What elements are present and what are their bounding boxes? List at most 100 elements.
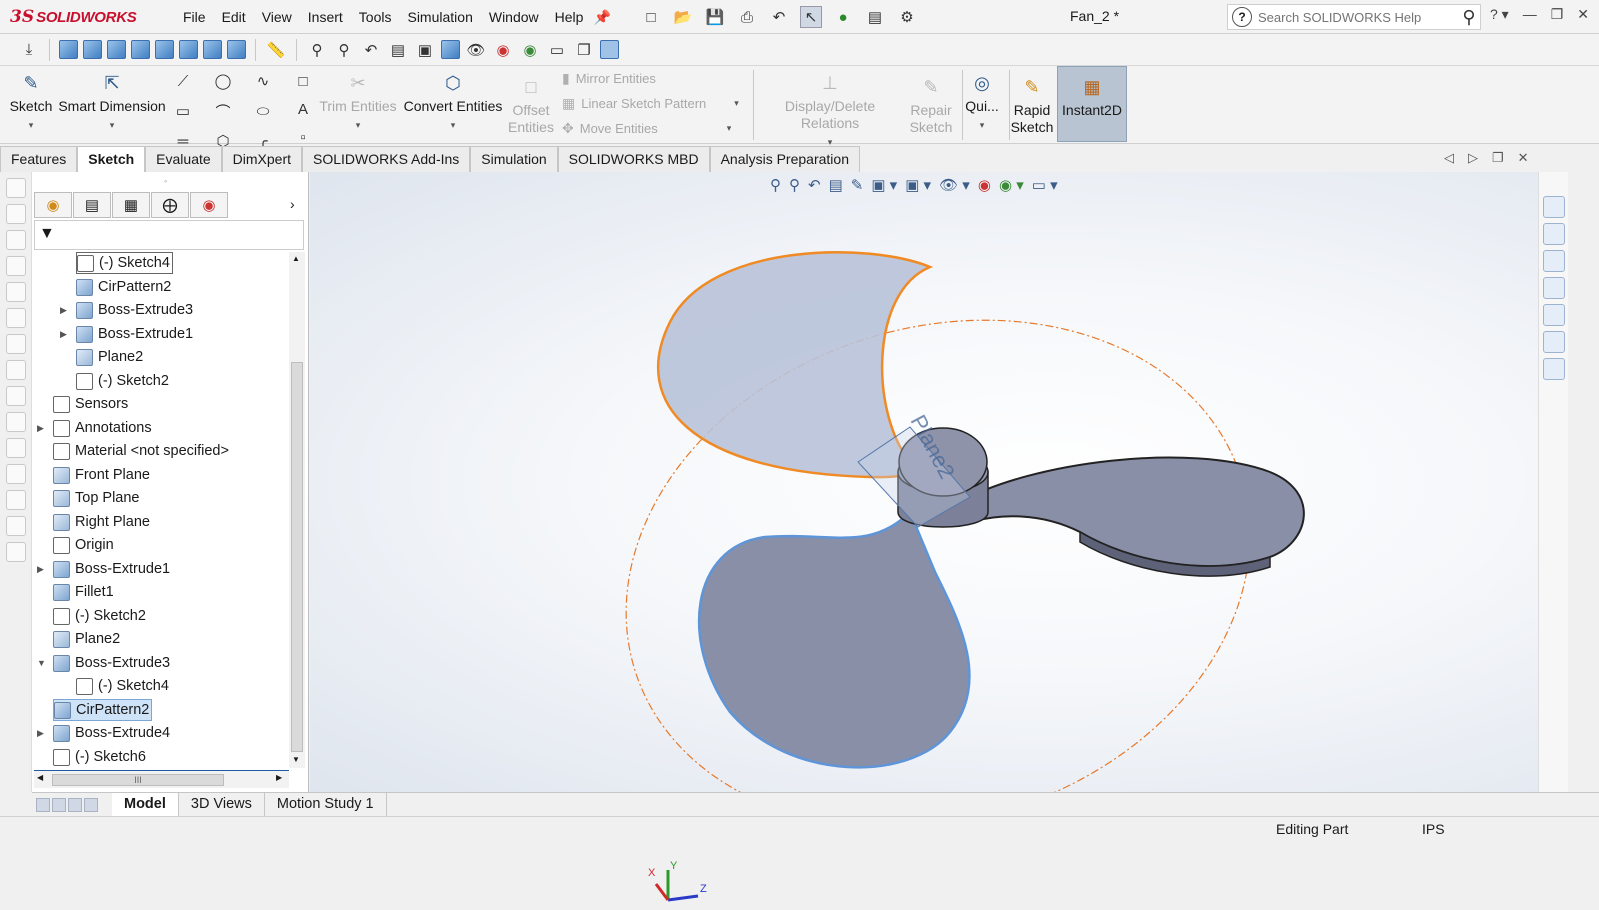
first-tab-icon[interactable] (36, 797, 50, 812)
open-folder-icon[interactable]: 📂 (672, 6, 694, 28)
chevron-down-icon[interactable]: ▾ (29, 120, 34, 130)
tree-item-material[interactable]: Material <not specified> (53, 440, 229, 462)
trimetric-view-icon[interactable] (227, 40, 246, 59)
section-view-icon[interactable]: ▤ (387, 39, 409, 61)
quick-snaps-button[interactable]: ◎ Qui... ▾ (962, 72, 1002, 134)
tree-item-plane2[interactable]: Plane2 (76, 346, 143, 368)
tree-item-plane2-root[interactable]: Plane2 (53, 628, 120, 650)
dimxpertmanager-tab-icon[interactable]: ⨁ (151, 192, 189, 218)
tree-item-cirpattern2-selected[interactable]: CirPattern2 (53, 699, 153, 721)
tree-item-front-plane[interactable]: Front Plane (53, 464, 150, 486)
tab-dimxpert[interactable]: DimXpert (221, 146, 303, 172)
scrollbar-thumb[interactable] (291, 362, 303, 752)
strip-tool-icon[interactable] (6, 490, 26, 510)
help-question-icon[interactable]: ? (1232, 7, 1252, 27)
strip-tool-icon[interactable] (6, 386, 26, 406)
expand-arrow-icon[interactable]: ▶ (37, 423, 44, 434)
doc-restore-icon[interactable]: ❐ (1492, 150, 1504, 166)
menu-simulation[interactable]: Simulation (399, 9, 480, 25)
print-icon[interactable]: ⎙ (736, 6, 758, 28)
expand-arrow-icon[interactable]: ▶ (37, 564, 44, 575)
options-gear-icon[interactable]: ⚙ (896, 6, 918, 28)
offset-entities-button[interactable]: □ Offset Entities (508, 76, 554, 136)
menu-insert[interactable]: Insert (300, 9, 351, 25)
chevron-down-icon[interactable]: ▾ (110, 120, 115, 130)
display-pane-icon[interactable] (600, 40, 619, 59)
spline-tool-icon[interactable]: ∿ (252, 70, 274, 92)
scroll-right-icon[interactable]: ▶ (276, 773, 282, 782)
strip-tool-icon[interactable] (6, 204, 26, 224)
point-tool-icon[interactable]: □ (292, 70, 314, 92)
file-explorer-icon[interactable] (1543, 250, 1565, 272)
hide-show-items-icon[interactable]: 👁 (465, 39, 487, 61)
3d-view-icon[interactable]: ❐ (573, 39, 595, 61)
tab-model[interactable]: Model (112, 793, 179, 816)
prev-tab-icon[interactable] (52, 797, 66, 812)
status-units[interactable]: IPS (1422, 821, 1445, 837)
tree-item-sensors[interactable]: Sensors (53, 393, 128, 415)
tree-item-top-plane[interactable]: Top Plane (53, 487, 140, 509)
tab-sketch[interactable]: Sketch (77, 146, 146, 172)
menu-tools[interactable]: Tools (351, 9, 400, 25)
last-tab-icon[interactable] (84, 797, 98, 812)
bottom-view-icon[interactable] (179, 40, 198, 59)
chevron-down-icon[interactable]: ▾ (727, 123, 732, 134)
tree-item-fillet1[interactable]: Fillet1 (53, 581, 114, 603)
strip-tool-icon[interactable] (6, 360, 26, 380)
strip-tool-icon[interactable] (6, 230, 26, 250)
previous-view-icon[interactable]: ↶ (360, 39, 382, 61)
circle-tool-icon[interactable]: ◯ (212, 70, 234, 92)
featuremanager-tab-icon[interactable]: ◉ (34, 192, 72, 218)
pin-icon[interactable]: 📌 (591, 6, 613, 28)
strip-tool-icon[interactable] (6, 308, 26, 328)
undo-icon[interactable]: ↶ (768, 6, 790, 28)
fan-model-view[interactable]: Plane2 (310, 172, 1538, 792)
rapid-sketch-button[interactable]: ✎ Rapid Sketch (1010, 76, 1054, 136)
mirror-entities-button[interactable]: ▮ Mirror Entities (562, 70, 656, 87)
help-search-input[interactable] (1254, 9, 1458, 25)
tab-simulation[interactable]: Simulation (470, 146, 558, 172)
trim-entities-button[interactable]: ✂ Trim Entities ▾ (318, 72, 398, 134)
tree-item-right-plane[interactable]: Right Plane (53, 511, 150, 533)
linear-sketch-pattern-button[interactable]: ▦ Linear Sketch Pattern ▾ (562, 95, 739, 112)
design-library-icon[interactable] (1543, 223, 1565, 245)
solidworks-resources-icon[interactable] (1543, 196, 1565, 218)
strip-tool-icon[interactable] (6, 178, 26, 198)
rebuild-icon[interactable]: ● (832, 6, 854, 28)
restore-icon[interactable]: ❐ (1551, 6, 1564, 23)
isometric-view-icon[interactable] (203, 40, 222, 59)
menu-window[interactable]: Window (481, 9, 547, 25)
collapse-arrow-icon[interactable]: ▼ (37, 658, 46, 668)
sketch-button[interactable]: ✎ Sketch ▾ (8, 72, 54, 134)
tree-item-boss-extrude1-root[interactable]: ▶ Boss-Extrude1 (37, 558, 170, 580)
tree-item-cirpattern2[interactable]: CirPattern2 (76, 276, 171, 298)
scroll-down-icon[interactable]: ▼ (292, 755, 300, 764)
strip-tool-icon[interactable] (6, 516, 26, 536)
tree-item-origin[interactable]: Origin (53, 534, 114, 556)
help-menu-icon[interactable]: ? ▾ (1490, 6, 1509, 23)
strip-tool-icon[interactable] (6, 542, 26, 562)
strip-tool-icon[interactable] (6, 334, 26, 354)
tree-item-boss-extrude3-root[interactable]: ▼ Boss-Extrude3 (37, 652, 170, 674)
tab-features[interactable]: Features (0, 146, 78, 172)
convert-entities-button[interactable]: ⬡ Convert Entities ▾ (402, 72, 504, 134)
search-icon[interactable]: ⚲ (1458, 6, 1480, 28)
display-delete-relations-button[interactable]: ⊥ Display/Delete Relations ▾ (756, 72, 904, 151)
view-palette-icon[interactable] (1543, 277, 1565, 299)
zoom-to-fit-icon[interactable]: ⚲ (306, 39, 328, 61)
display-style-icon[interactable] (441, 40, 460, 59)
front-view-icon[interactable] (59, 40, 78, 59)
collapse-left-icon[interactable]: ◁ (1444, 150, 1454, 166)
menu-help[interactable]: Help (547, 9, 592, 25)
arc-tool-icon[interactable]: ⌒ (212, 100, 234, 122)
back-view-icon[interactable] (83, 40, 102, 59)
tab-3d-views[interactable]: 3D Views (179, 793, 265, 816)
configurationmanager-tab-icon[interactable]: ▦ (112, 192, 150, 218)
chevron-down-icon[interactable]: ▾ (980, 120, 985, 130)
strip-tool-icon[interactable] (6, 438, 26, 458)
chevron-down-icon[interactable]: ▾ (734, 98, 739, 109)
tree-item-sketch2-root[interactable]: (-) Sketch2 (53, 605, 146, 627)
collapse-right-icon[interactable]: ▷ (1468, 150, 1478, 166)
tree-item-sketch4[interactable]: (-) Sketch4 (76, 252, 173, 274)
chevron-down-icon[interactable]: ▾ (451, 120, 456, 130)
